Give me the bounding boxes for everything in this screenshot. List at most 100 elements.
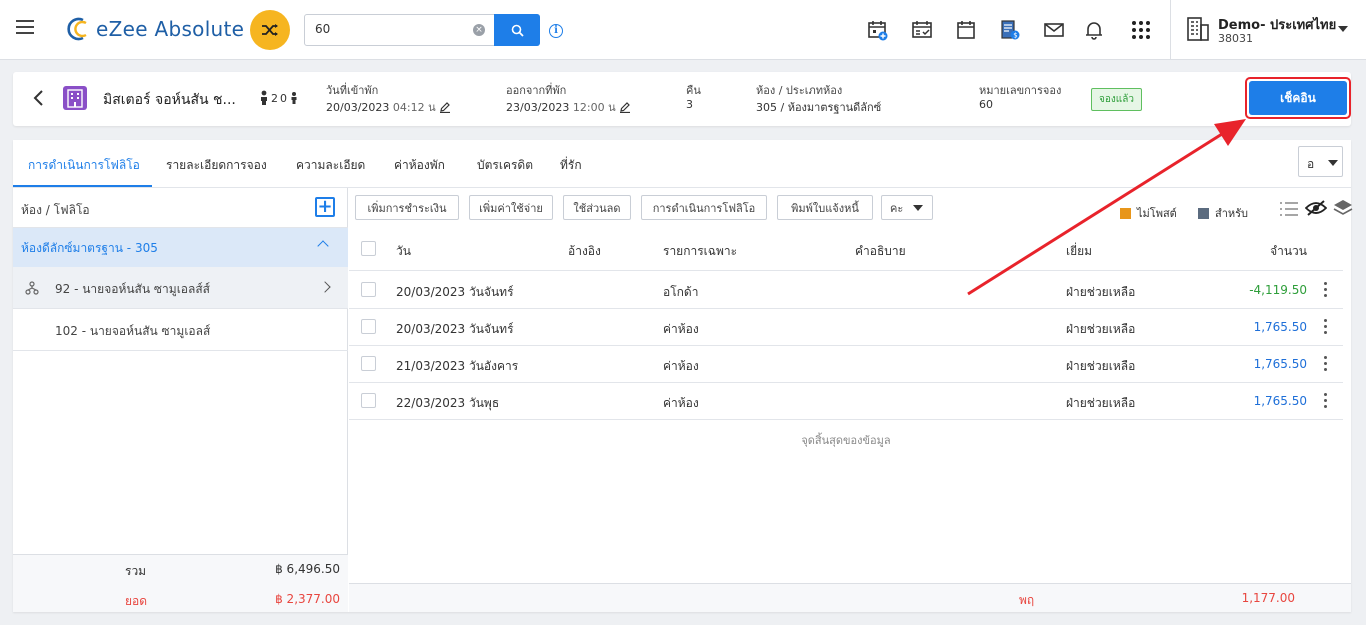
table-row[interactable]: 22/03/2023 วันพุธ ค่าห้อง ฝ่ายช่วยเหลือ … [349,383,1343,420]
row-amount: 1,765.50 [1253,320,1307,334]
shuffle-icon [262,24,278,36]
row-menu-icon[interactable] [1324,319,1328,335]
folio-item[interactable]: 102 - นายจอห์นสัน ซามูเอลส์ [13,309,348,351]
chevron-right-icon [319,281,331,293]
status-badge: จองแล้ว [1091,88,1142,111]
app-name: eZee Absolute [96,17,245,41]
row-date: 20/03/2023 วันจันทร์ [396,285,514,299]
tab-folio-operations[interactable]: การดำเนินการโฟลิโอ [28,156,140,175]
edit-checkout-icon[interactable] [619,101,631,114]
table-row[interactable]: 20/03/2023 วันจันทร์ ค่าห้อง ฝ่ายช่วยเหล… [349,309,1343,346]
tab-credit-card[interactable]: บัตรเครดิต [477,156,533,175]
col-description[interactable]: คำอธิบาย [855,242,906,261]
building-icon [1187,17,1209,41]
row-menu-icon[interactable] [1324,282,1328,298]
folio-operations-button[interactable]: การดำเนินการโฟลิโอ [641,195,767,220]
mail-icon[interactable] [1043,19,1065,41]
search-button[interactable] [494,14,540,46]
footer-value: 1,177.00 [1241,591,1295,605]
collapse-chevron-icon[interactable] [317,240,329,252]
folio-list-header: ห้อง / โฟลิโอ + [13,188,348,228]
legend-unposted: ไม่โพสต์ [1120,204,1177,222]
row-menu-icon[interactable] [1324,356,1328,372]
guest-name[interactable]: มิสเตอร์ จอห์นสัน ช... [103,89,236,111]
adult-icon [261,90,267,105]
menu-icon[interactable] [16,20,34,34]
row-particular: อโกด้า [663,285,699,299]
room-label: ห้อง / ประเภทห้อง [756,84,843,97]
apps-grid-icon[interactable] [1130,19,1152,41]
col-reference[interactable]: อ้างอิง [568,242,601,261]
checkout-time: 12:00 น [572,101,616,114]
clear-search-icon[interactable]: × [473,24,485,36]
billing-icon[interactable]: $ [999,19,1021,41]
hotel-building-icon [63,86,87,110]
col-date[interactable]: วัน [396,242,411,261]
row-checkbox[interactable] [361,319,376,334]
tab-booking-details[interactable]: รายละเอียดการจอง [166,156,267,175]
transactions-panel: เพิ่มการชำระเงิน เพิ่มค่าใช้จ่าย ใช้ส่วน… [349,188,1353,612]
search-box: × [304,14,540,46]
row-checkbox[interactable] [361,282,376,297]
action-toolbar: เพิ่มการชำระเงิน เพิ่มค่าใช้จ่าย ใช้ส่วน… [349,188,1353,228]
row-user: ฝ่ายช่วยเหลือ [1066,359,1136,373]
row-date: 22/03/2023 วันพุธ [396,396,500,410]
col-user[interactable]: เยี่ยม [1066,242,1092,261]
row-checkbox[interactable] [361,393,376,408]
info-icon[interactable]: i [549,24,563,38]
more-tabs-value: อ [1307,157,1315,171]
checkin-value: 20/03/2023 04:12 น [326,98,451,116]
add-charge-button[interactable]: เพิ่มค่าใช้จ่าย [469,195,553,220]
more-tabs-select[interactable]: อ [1298,146,1343,177]
folio-item[interactable]: 92 - นายจอห์นสัน ซามูเอลส์ส์ [13,267,348,309]
hide-eye-icon[interactable] [1305,199,1327,217]
calendar-icon[interactable] [955,19,977,41]
for-swatch [1198,207,1209,219]
tab-resolution[interactable]: ความละเอียด [296,156,365,175]
row-menu-icon[interactable] [1324,393,1328,409]
room-group-label: ห้องดีลักซ์มาตรฐาน - 305 [21,241,158,255]
table-row[interactable]: 21/03/2023 วันอังคาร ค่าห้อง ฝ่ายช่วยเหล… [349,346,1343,383]
select-all-checkbox[interactable] [361,241,376,256]
tab-room-charges[interactable]: ค่าห้องพัก [394,156,445,175]
checkin-button[interactable]: เช็คอิน [1249,81,1347,115]
table-row[interactable]: 20/03/2023 วันจันทร์ อโกด้า ฝ่ายช่วยเหลื… [349,272,1343,309]
room-value: 305 / ห้องมาตรฐานดีลักซ์ [756,101,882,114]
notification-bell-icon[interactable] [1083,19,1105,41]
property-caret-icon[interactable] [1338,26,1348,32]
col-particular[interactable]: รายการเฉพาะ [663,242,737,261]
back-arrow-icon[interactable] [31,89,45,107]
tab-favorites[interactable]: ที่รัก [560,156,582,175]
row-particular: ค่าห้อง [663,359,699,373]
shuffle-button[interactable] [250,10,290,50]
footer-label: พฤ [1019,593,1035,607]
folio-panel: การดำเนินการโฟลิโอ รายละเอียดการจอง ความ… [13,140,1353,612]
row-checkbox[interactable] [361,356,376,371]
add-payment-button[interactable]: เพิ่มการชำระเงิน [355,195,459,220]
edit-checkin-icon[interactable] [439,101,451,114]
adult-count: 2 [271,91,278,105]
room-group[interactable]: ห้องดีลักซ์มาตรฐาน - 305 [13,228,348,267]
checkin-label: วันที่เข้าพัก [326,84,379,97]
app-logo[interactable]: eZee Absolute [66,14,244,44]
col-amount[interactable]: จำนวน [1270,242,1307,261]
print-invoice-button[interactable]: พิมพ์ใบแจ้งหนี้ [777,195,873,220]
row-user: ฝ่ายช่วยเหลือ [1066,322,1136,336]
header-divider [1170,0,1171,60]
more-actions-label: คะ [890,201,904,215]
apply-discount-button[interactable]: ใช้ส่วนลด [563,195,631,220]
row-particular: ค่าห้อง [663,322,699,336]
add-folio-button[interactable]: + [315,197,335,217]
active-tab-indicator [13,185,152,187]
folio-label: 102 - นายจอห์นสัน ซามูเอลส์ [55,324,211,338]
folio-label: 92 - นายจอห์นสัน ซามูเอลส์ส์ [55,282,210,296]
list-view-icon[interactable] [1279,201,1299,217]
more-actions-dropdown[interactable]: คะ [881,195,933,220]
property-code: 38031 [1218,32,1253,45]
search-input[interactable] [315,22,465,36]
checkout-date: 23/03/2023 [506,101,570,114]
top-bar: eZee Absolute × i $ [0,0,1366,60]
stay-view-icon[interactable] [911,19,933,41]
layers-icon[interactable] [1333,198,1353,218]
new-reservation-icon[interactable] [867,19,889,41]
